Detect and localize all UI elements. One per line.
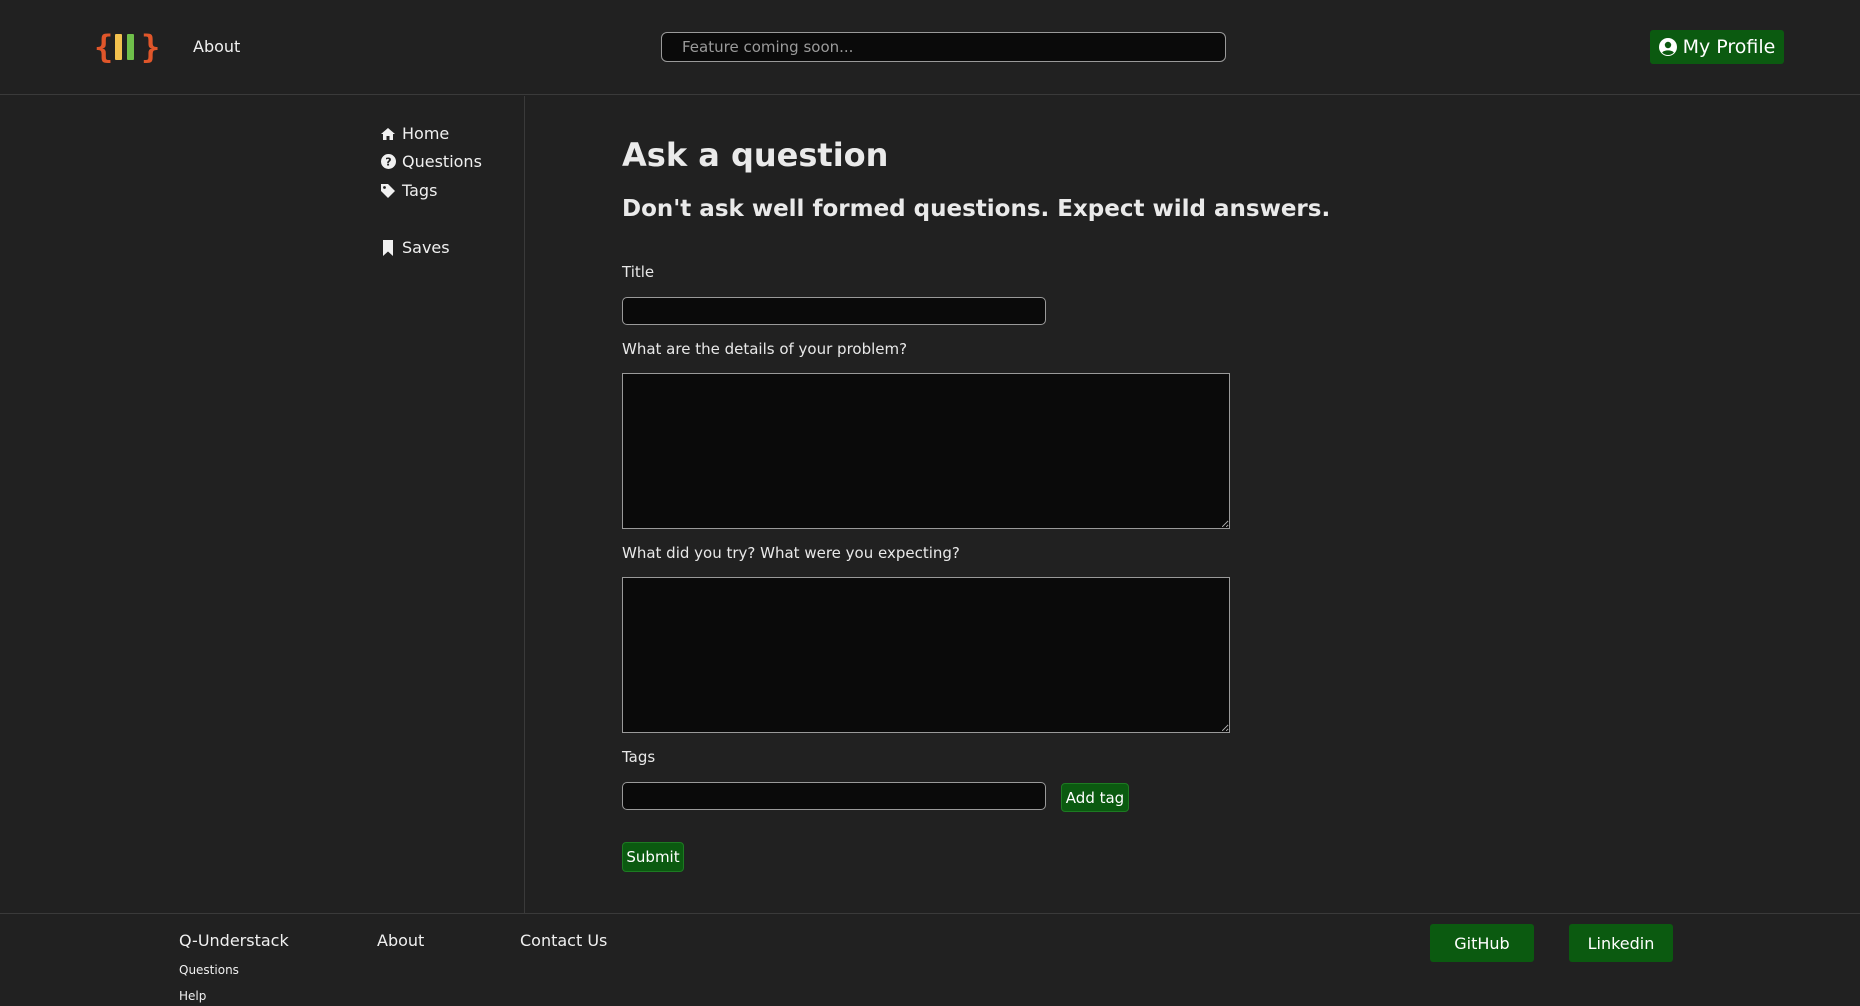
github-button[interactable]: GitHub bbox=[1430, 924, 1534, 962]
sidebar-item-label: Home bbox=[402, 124, 450, 143]
my-profile-button[interactable]: My Profile bbox=[1650, 30, 1784, 64]
svg-text:?: ? bbox=[385, 156, 391, 169]
sidebar-item-label: Saves bbox=[402, 238, 450, 257]
home-icon bbox=[380, 126, 396, 142]
question-circle-icon: ? bbox=[380, 154, 396, 170]
sidebar-item-label: Tags bbox=[402, 181, 438, 200]
site-logo[interactable]: { } bbox=[94, 28, 162, 66]
footer-brand: Q-Understack bbox=[179, 931, 289, 950]
top-header: { } About My Profile bbox=[0, 0, 1860, 95]
page-title: Ask a question bbox=[622, 136, 889, 174]
linkedin-button[interactable]: Linkedin bbox=[1569, 924, 1673, 962]
page-subtitle: Don't ask well formed questions. Expect … bbox=[622, 196, 1331, 222]
add-tag-button[interactable]: Add tag bbox=[1061, 783, 1129, 812]
user-circle-icon bbox=[1658, 38, 1677, 56]
sidebar-item-home[interactable]: Home bbox=[380, 124, 449, 143]
tried-textarea[interactable] bbox=[622, 577, 1230, 733]
my-profile-label: My Profile bbox=[1682, 36, 1776, 58]
sidebar-item-tags[interactable]: Tags bbox=[380, 181, 437, 200]
header-about-link[interactable]: About bbox=[193, 37, 240, 56]
svg-text:}: } bbox=[141, 28, 160, 66]
footer-contact-link[interactable]: Contact Us bbox=[520, 931, 607, 950]
search-input[interactable] bbox=[661, 32, 1226, 62]
left-sidebar: Home ? Questions Tags Saves bbox=[0, 96, 525, 913]
tried-field-label: What did you try? What were you expectin… bbox=[622, 544, 960, 562]
details-field-label: What are the details of your problem? bbox=[622, 340, 908, 358]
details-textarea[interactable] bbox=[622, 373, 1230, 529]
footer-about-link[interactable]: About bbox=[377, 931, 424, 950]
logo-icon: { } bbox=[94, 28, 160, 66]
tag-icon bbox=[380, 183, 396, 199]
tags-field-label: Tags bbox=[622, 748, 656, 766]
footer-link-questions[interactable]: Questions bbox=[179, 963, 239, 977]
title-input[interactable] bbox=[622, 297, 1046, 325]
sidebar-item-questions[interactable]: ? Questions bbox=[380, 152, 482, 171]
submit-button[interactable]: Submit bbox=[622, 842, 684, 872]
site-footer: Q-Understack Questions Help About Contac… bbox=[0, 913, 1860, 1006]
tags-input[interactable] bbox=[622, 782, 1046, 810]
title-field-label: Title bbox=[622, 263, 655, 281]
svg-text:{: { bbox=[94, 28, 113, 66]
sidebar-item-saves[interactable]: Saves bbox=[380, 238, 450, 257]
sidebar-item-label: Questions bbox=[402, 152, 482, 171]
bookmark-icon bbox=[380, 239, 396, 256]
footer-link-help[interactable]: Help bbox=[179, 989, 206, 1003]
